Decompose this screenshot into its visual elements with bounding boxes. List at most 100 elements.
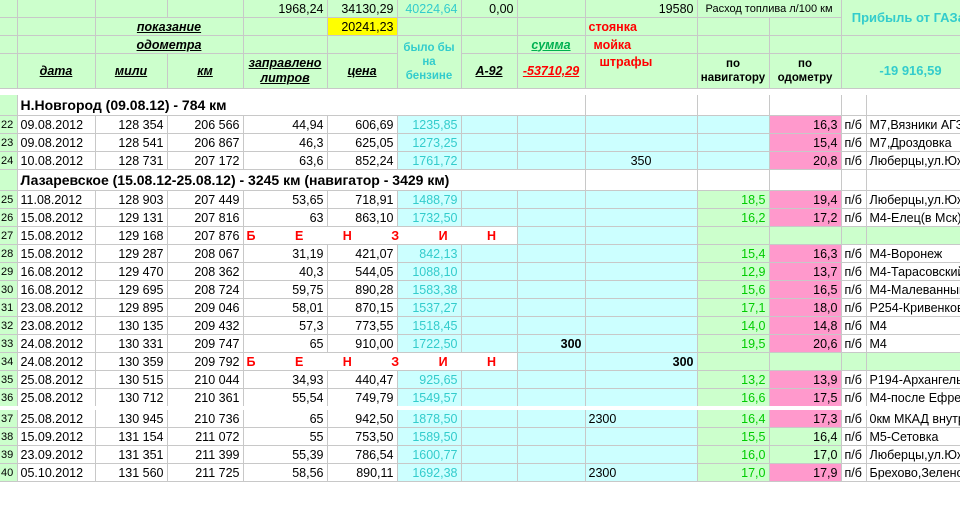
cell-odo[interactable]: 17,0 [769,445,842,464]
col-odo[interactable]: по одометру [769,53,842,89]
cell-date[interactable]: 15.09.2012 [17,427,96,446]
cell-km[interactable]: 208 362 [167,262,244,281]
col-summa-value[interactable]: -53710,29 [517,53,586,89]
cell-nav[interactable] [697,352,770,371]
cell-liters[interactable]: 53,65 [243,191,328,209]
cell-odo[interactable] [769,352,842,371]
cell-km[interactable]: 209 432 [167,316,244,335]
cell-gas[interactable]: 1878,50 [397,408,462,428]
cell-odo-total[interactable]: 1968,24 [243,0,328,18]
cell-gas[interactable]: 1518,45 [397,316,462,335]
row-number[interactable]: 27 [0,226,18,245]
cell-liters[interactable]: 34,93 [243,370,328,389]
cell-liters[interactable]: 63 [243,208,328,227]
cell-odo[interactable]: 17,3 [769,408,842,428]
cell-extra-summa[interactable] [517,463,586,482]
cell-gas[interactable]: 1732,50 [397,208,462,227]
cell-nav[interactable]: 15,4 [697,244,770,263]
cell-km[interactable]: 210 044 [167,370,244,389]
cell-odo[interactable]: 20,6 [769,334,842,353]
cell-odo[interactable]: 16,5 [769,280,842,299]
cell-km[interactable]: 209 747 [167,334,244,353]
cell-gas[interactable]: 1549,57 [397,388,462,409]
cell-nav[interactable]: 17,0 [697,463,770,482]
row-number[interactable]: 37 [0,408,18,428]
cell-extra-summa[interactable] [517,298,586,317]
cell-extra-summa[interactable] [517,262,586,281]
cell-odo[interactable]: 13,7 [769,262,842,281]
cell-odo[interactable]: 17,5 [769,388,842,409]
cell-route[interactable]: М4 [866,334,960,353]
cell-odo[interactable]: 15,4 [769,133,842,152]
cell-liters[interactable]: 58,56 [243,463,328,482]
cell-extra[interactable] [585,427,698,446]
cell-price[interactable]: 852,24 [327,151,398,170]
cell-miles[interactable]: 128 731 [95,151,168,170]
cell-route[interactable]: М4 [866,316,960,335]
cell-price[interactable]: 749,79 [327,388,398,409]
cell-gas-total[interactable]: 40224,64 [397,0,462,18]
col-nav[interactable]: по навигатору [697,53,770,89]
col-date[interactable]: дата [17,53,96,89]
cell-stoyanka-total[interactable]: 19580 [585,0,698,18]
cell-km[interactable]: 209 046 [167,298,244,317]
cell-extra[interactable] [585,116,698,134]
cell-extra-summa[interactable] [517,208,586,227]
cell-extra[interactable] [585,316,698,335]
cell-km[interactable]: 208 724 [167,280,244,299]
cell-price[interactable]: 890,11 [327,463,398,482]
cell-price[interactable]: 421,07 [327,244,398,263]
cell-liters[interactable]: 55 [243,427,328,446]
cell-liters[interactable]: 58,01 [243,298,328,317]
cell-route[interactable]: М4-Тарасовский [866,262,960,281]
cell-gas[interactable]: 1600,77 [397,445,462,464]
cell-liters[interactable]: 59,75 [243,280,328,299]
cell-extra[interactable] [585,334,698,353]
cell-odo[interactable]: 16,4 [769,427,842,446]
cell-price[interactable]: 606,69 [327,116,398,134]
cell-nav[interactable] [697,133,770,152]
cell-date[interactable]: 25.08.2012 [17,408,96,428]
cell-miles[interactable]: 130 515 [95,370,168,389]
cell-price[interactable]: 544,05 [327,262,398,281]
cell-route[interactable]: Люберцы,ул.Южн [866,151,960,170]
cell-price-sub[interactable]: 20241,23 [327,17,398,36]
cell-extra-summa[interactable] [517,280,586,299]
row-number[interactable]: 22 [0,116,18,134]
cell-route[interactable] [866,352,960,371]
cell-miles[interactable]: 131 351 [95,445,168,464]
col-miles[interactable]: мили [95,53,168,89]
cell-route[interactable]: Брехово,Зеленог [866,463,960,482]
cell-nav[interactable]: 15,6 [697,280,770,299]
cell-date[interactable]: 05.10.2012 [17,463,96,482]
cell-price[interactable]: 863,10 [327,208,398,227]
cell-extra-summa[interactable] [517,316,586,335]
row-number[interactable]: 30 [0,280,18,299]
cell-nav[interactable] [697,116,770,134]
cell-gas[interactable]: 1589,50 [397,427,462,446]
cell-route[interactable]: М7,Вязники АГЗС [866,116,960,134]
row-number[interactable]: 34 [0,352,18,371]
cell-route[interactable]: Люберцы,ул.Южн [866,191,960,209]
row-number[interactable]: 33 [0,334,18,353]
cell-route[interactable]: 0км МКАД внутр. [866,408,960,428]
cell-extra-summa[interactable] [517,191,586,209]
cell-date[interactable]: 16.08.2012 [17,262,96,281]
cell-liters[interactable]: 63,6 [243,151,328,170]
cell-miles[interactable]: 129 287 [95,244,168,263]
cell-date[interactable]: 23.09.2012 [17,445,96,464]
cell-extra-summa[interactable] [517,133,586,152]
cell-route[interactable]: М4-Воронеж [866,244,960,263]
cell-gas[interactable]: 1583,38 [397,280,462,299]
cell-odo[interactable]: 16,3 [769,244,842,263]
cell-price[interactable]: 718,91 [327,191,398,209]
cell-odo[interactable] [769,226,842,245]
cell-liters[interactable]: 40,3 [243,262,328,281]
cell-date[interactable]: 24.08.2012 [17,334,96,353]
cell-route[interactable]: Р194-Архангельс [866,370,960,389]
row-number[interactable]: 23 [0,133,18,152]
cell-miles[interactable]: 129 895 [95,298,168,317]
cell-extra-summa[interactable] [517,244,586,263]
cell-miles[interactable]: 128 903 [95,191,168,209]
cell-route[interactable] [866,226,960,245]
